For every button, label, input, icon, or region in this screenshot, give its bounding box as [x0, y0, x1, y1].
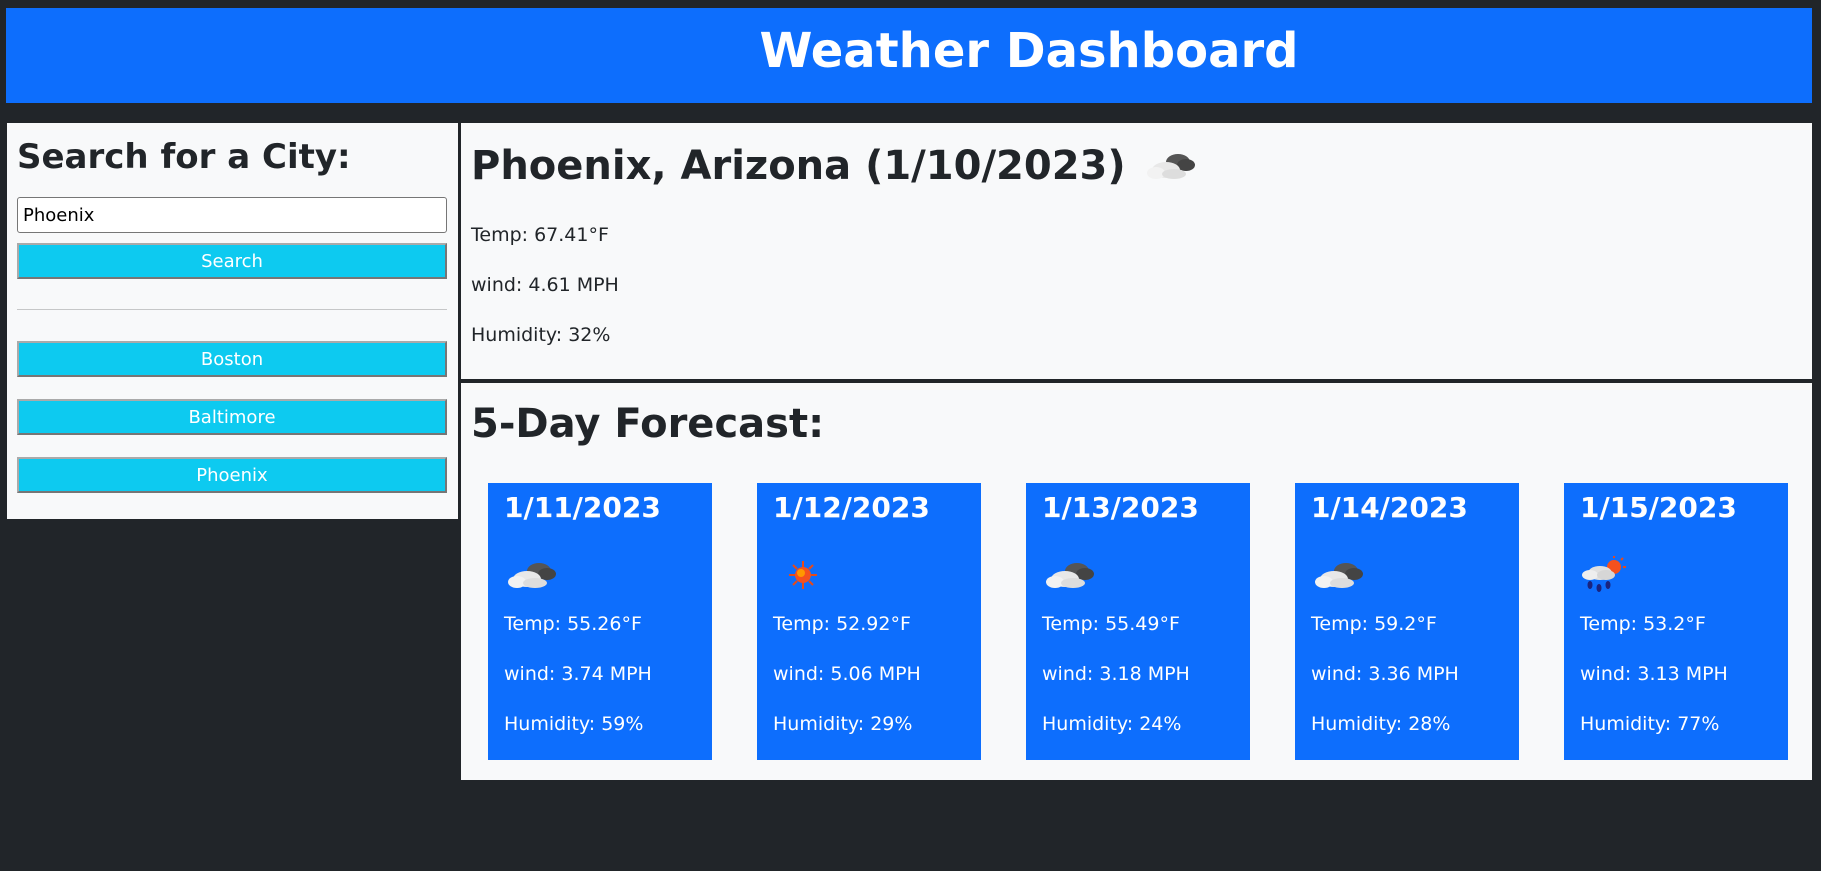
forecast-temp: Temp: 59.2°F — [1311, 613, 1437, 635]
forecast-date: 1/13/2023 — [1042, 491, 1199, 524]
city-search-input[interactable] — [17, 197, 447, 233]
forecast-date: 1/12/2023 — [773, 491, 930, 524]
forecast-panel: 5-Day Forecast: 1/11/2023 Temp: 55.26°F … — [459, 383, 1812, 780]
forecast-cards: 1/11/2023 Temp: 55.26°F wind: 3.74 MPH H… — [488, 483, 1788, 760]
search-button[interactable]: Search — [17, 243, 447, 279]
current-temp: Temp: 67.41°F — [471, 224, 609, 246]
forecast-humidity: Humidity: 59% — [504, 713, 644, 735]
forecast-temp: Temp: 53.2°F — [1580, 613, 1706, 635]
current-humidity: Humidity: 32% — [471, 324, 611, 346]
history-button-boston[interactable]: Boston — [17, 341, 447, 377]
forecast-humidity: Humidity: 77% — [1580, 713, 1720, 735]
current-weather-panel: Phoenix, Arizona (1/10/2023) Temp: 67.41… — [459, 123, 1812, 381]
forecast-date: 1/11/2023 — [504, 491, 661, 524]
forecast-wind: wind: 3.36 MPH — [1311, 663, 1459, 685]
search-heading: Search for a City: — [17, 137, 351, 177]
search-sidebar: Search for a City: Search Boston Baltimo… — [7, 123, 458, 519]
forecast-wind: wind: 5.06 MPH — [773, 663, 921, 685]
app-header: Weather Dashboard — [6, 8, 1812, 103]
forecast-wind: wind: 3.74 MPH — [504, 663, 652, 685]
partly-cloudy-icon — [1144, 146, 1198, 186]
forecast-humidity: Humidity: 24% — [1042, 713, 1182, 735]
forecast-card: 1/11/2023 Temp: 55.26°F wind: 3.74 MPH H… — [488, 483, 712, 760]
forecast-date: 1/14/2023 — [1311, 491, 1468, 524]
current-city-title: Phoenix, Arizona (1/10/2023) — [471, 143, 1126, 189]
current-wind: wind: 4.61 MPH — [471, 274, 619, 296]
partly-cloudy-icon — [504, 555, 560, 595]
rain-sun-icon — [1580, 555, 1628, 595]
forecast-card: 1/15/2023 Temp: 53.2°F wind: 3.13 MPH Hu… — [1564, 483, 1788, 760]
partly-cloudy-icon — [1042, 555, 1098, 595]
forecast-wind: wind: 3.13 MPH — [1580, 663, 1728, 685]
forecast-temp: Temp: 52.92°F — [773, 613, 911, 635]
sun-icon — [773, 559, 819, 591]
forecast-heading: 5-Day Forecast: — [471, 401, 825, 447]
forecast-temp: Temp: 55.49°F — [1042, 613, 1180, 635]
partly-cloudy-icon — [1311, 555, 1367, 595]
forecast-temp: Temp: 55.26°F — [504, 613, 642, 635]
forecast-card: 1/13/2023 Temp: 55.49°F wind: 3.18 MPH H… — [1026, 483, 1250, 760]
page-title: Weather Dashboard — [759, 22, 1299, 79]
forecast-humidity: Humidity: 29% — [773, 713, 913, 735]
forecast-card: 1/14/2023 Temp: 59.2°F wind: 3.36 MPH Hu… — [1295, 483, 1519, 760]
forecast-date: 1/15/2023 — [1580, 491, 1737, 524]
history-button-phoenix[interactable]: Phoenix — [17, 457, 447, 493]
forecast-wind: wind: 3.18 MPH — [1042, 663, 1190, 685]
history-button-baltimore[interactable]: Baltimore — [17, 399, 447, 435]
search-history: Boston Baltimore Phoenix — [17, 341, 448, 493]
forecast-card: 1/12/2023 Temp: 52.92°F wind: 5.06 MPH H… — [757, 483, 981, 760]
forecast-humidity: Humidity: 28% — [1311, 713, 1451, 735]
divider — [17, 309, 447, 310]
